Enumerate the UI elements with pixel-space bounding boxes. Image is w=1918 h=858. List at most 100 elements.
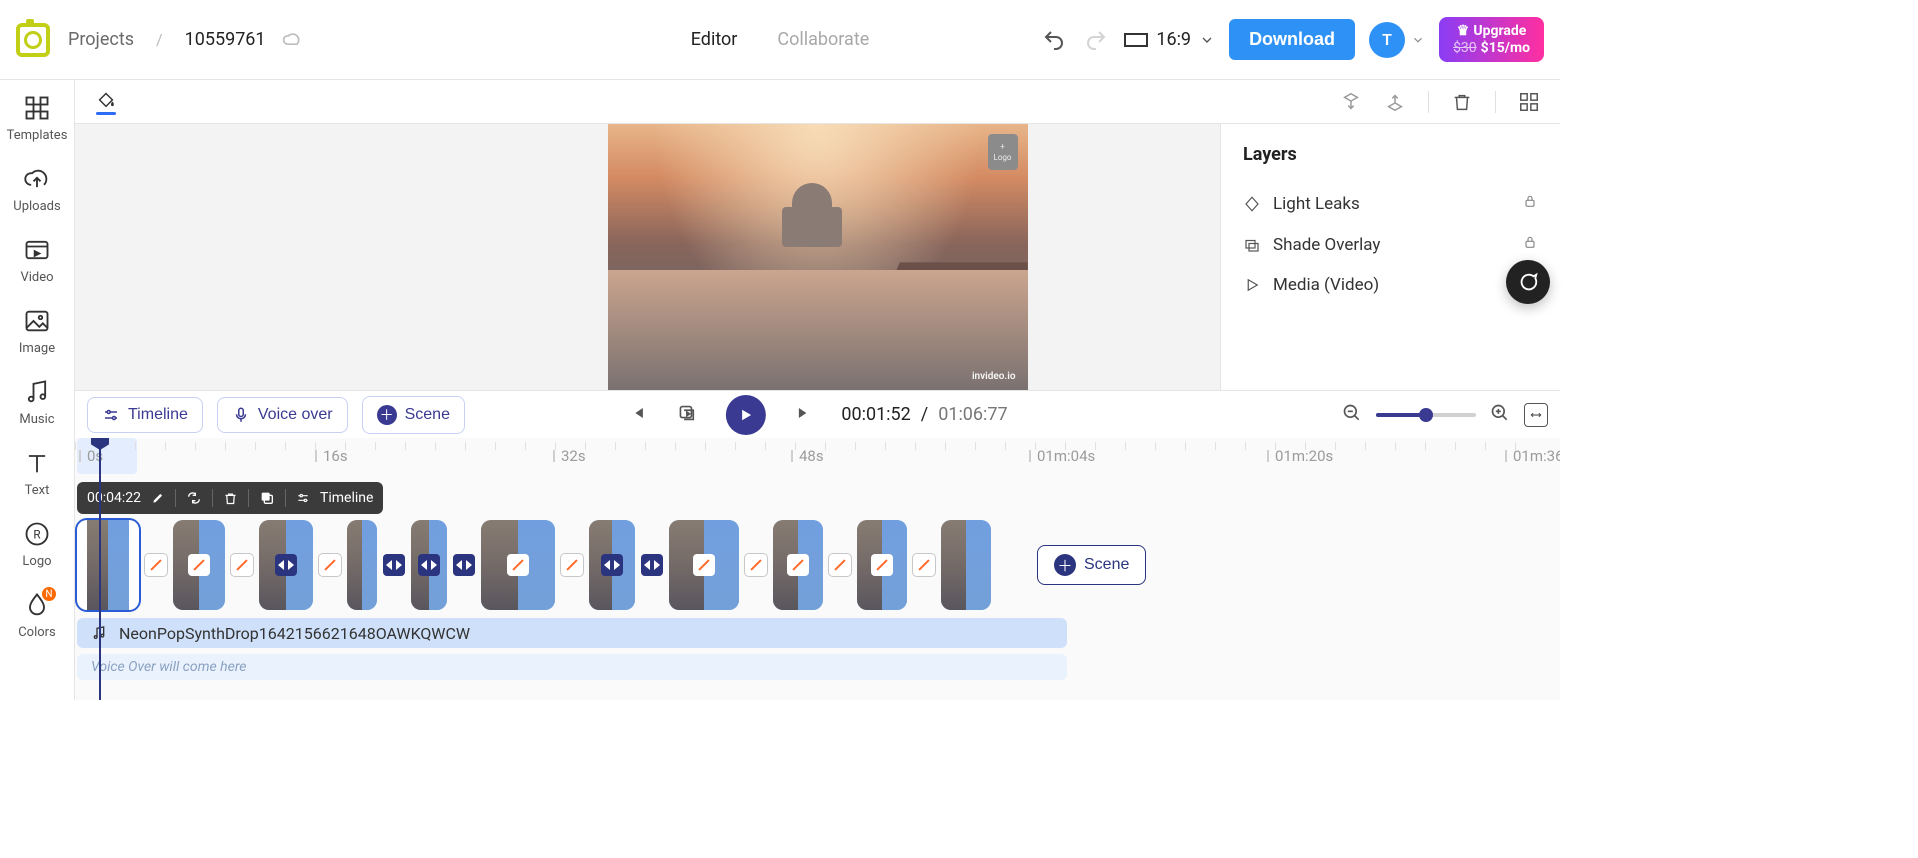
tab-editor[interactable]: Editor (691, 29, 738, 50)
stage-toolbar (75, 80, 1560, 124)
transition-badge[interactable] (745, 554, 767, 576)
bring-forward-icon[interactable] (1340, 91, 1362, 113)
loop-icon[interactable] (675, 402, 697, 428)
sidebar-item-templates[interactable]: Templates (0, 94, 74, 143)
scene-clip[interactable] (773, 520, 823, 610)
pencil-icon[interactable] (151, 491, 165, 505)
text-icon (23, 449, 51, 477)
scene-clip[interactable] (347, 520, 377, 610)
play-icon (736, 406, 754, 424)
trim-handle-left[interactable] (77, 520, 87, 610)
sidebar-item-music[interactable]: Music (0, 378, 74, 427)
replace-icon[interactable] (186, 490, 202, 506)
no-transition-icon[interactable] (693, 554, 715, 576)
lock-icon[interactable] (1522, 193, 1538, 214)
transition-icon[interactable] (601, 554, 623, 576)
logo-icon: R (23, 520, 51, 548)
sidebar-item-colors[interactable]: N Colors (0, 591, 74, 640)
layer-label: Light Leaks (1273, 194, 1360, 214)
account-menu[interactable]: T (1369, 22, 1425, 58)
transition-icon[interactable] (418, 554, 440, 576)
sidebar-item-text[interactable]: Text (0, 449, 74, 498)
scene-clip[interactable] (481, 520, 555, 610)
transition-badge[interactable] (561, 554, 583, 576)
skip-end-icon[interactable] (793, 403, 813, 427)
trim-handle-right[interactable] (129, 520, 139, 610)
project-name[interactable]: 10559761 (185, 29, 266, 50)
trash-icon[interactable] (223, 491, 238, 506)
grid-icon[interactable] (1518, 91, 1540, 113)
transition-icon[interactable] (275, 554, 297, 576)
add-scene-label: Scene (1084, 556, 1129, 574)
layers-title: Layers (1243, 144, 1538, 165)
transition-badge[interactable] (641, 554, 663, 576)
sliders-icon[interactable] (296, 491, 310, 505)
add-scene-button[interactable]: ＋Scene (1037, 545, 1146, 585)
ruler-tick: 01m:20s (1267, 438, 1333, 474)
play-button[interactable] (725, 395, 765, 435)
layer-row[interactable]: Light Leaks (1243, 183, 1538, 224)
scene-clip[interactable] (173, 520, 225, 610)
scene-clip[interactable] (669, 520, 739, 610)
sidebar-item-video[interactable]: Video (0, 236, 74, 285)
timeline-ruler[interactable]: 0s16s32s48s01m:04s01m:20s01m:36s (75, 438, 1560, 474)
transition-badge[interactable] (319, 554, 341, 576)
scene-clip[interactable] (941, 520, 991, 610)
download-button[interactable]: Download (1229, 19, 1355, 60)
no-transition-icon[interactable] (188, 554, 210, 576)
chat-support-button[interactable] (1506, 260, 1550, 304)
ruler-tick: 01m:36s (1505, 438, 1560, 474)
timeline-button[interactable]: Timeline (87, 397, 203, 433)
aspect-ratio-selector[interactable]: 16:9 (1124, 29, 1215, 50)
transition-badge[interactable] (913, 554, 935, 576)
layers-panel: Layers Light Leaks Shade Overlay Media (… (1220, 124, 1560, 390)
send-backward-icon[interactable] (1384, 91, 1406, 113)
zoom-out-icon[interactable] (1342, 403, 1362, 427)
skip-start-icon[interactable] (627, 403, 647, 427)
layer-row[interactable]: Shade Overlay (1243, 224, 1538, 265)
video-preview[interactable]: + Logo invideo.io (608, 124, 1028, 390)
scene-clip[interactable] (589, 520, 635, 610)
lock-icon[interactable] (1522, 234, 1538, 255)
trash-icon[interactable] (1451, 91, 1473, 113)
scene-clip[interactable] (411, 520, 447, 610)
upgrade-button[interactable]: ♛Upgrade $30$15/mo (1439, 17, 1544, 63)
sidebar-item-image[interactable]: Image (0, 307, 74, 356)
watermark: invideo.io (972, 371, 1016, 382)
scene-button-label: Scene (405, 406, 450, 424)
no-transition-icon[interactable] (871, 554, 893, 576)
app-logo[interactable] (16, 23, 50, 57)
no-transition-icon[interactable] (507, 554, 529, 576)
scene-clip[interactable] (77, 520, 139, 610)
zoom-slider[interactable] (1376, 413, 1476, 417)
duplicate-icon[interactable] (259, 490, 275, 506)
transition-badge[interactable] (231, 554, 253, 576)
fit-width-icon[interactable] (1524, 403, 1548, 427)
breadcrumb-root[interactable]: Projects (68, 29, 134, 50)
playhead[interactable] (99, 438, 101, 700)
transition-badge[interactable] (829, 554, 851, 576)
timecode: 00:01:52 / 01:06:77 (841, 404, 1007, 425)
voiceover-track[interactable]: Voice Over will come here (77, 654, 1067, 680)
image-icon (23, 307, 51, 335)
scene-clip[interactable] (259, 520, 313, 610)
layer-row[interactable]: Media (Video) (1243, 265, 1538, 305)
background-color-tool[interactable] (95, 88, 117, 115)
undo-icon[interactable] (1040, 26, 1068, 54)
clip-timeline-label[interactable]: Timeline (320, 490, 373, 506)
scenes-track[interactable]: ＋Scene (77, 520, 1548, 610)
tab-collaborate[interactable]: Collaborate (777, 29, 869, 50)
timeline[interactable]: 0s16s32s48s01m:04s01m:20s01m:36s 00:04:2… (75, 438, 1560, 700)
transition-badge[interactable] (383, 554, 405, 576)
sidebar-item-uploads[interactable]: Uploads (0, 165, 74, 214)
transition-badge[interactable] (453, 554, 475, 576)
logo-placeholder[interactable]: + Logo (988, 134, 1018, 170)
voiceover-button[interactable]: Voice over (217, 397, 348, 433)
scene-clip[interactable] (857, 520, 907, 610)
zoom-in-icon[interactable] (1490, 403, 1510, 427)
sidebar-item-logo[interactable]: R Logo (0, 520, 74, 569)
no-transition-icon[interactable] (787, 554, 809, 576)
add-scene-control-button[interactable]: ＋ Scene (362, 396, 465, 434)
transition-badge[interactable] (145, 554, 167, 576)
audio-track[interactable]: NeonPopSynthDrop1642156621648OAWKQWCW (77, 618, 1067, 648)
